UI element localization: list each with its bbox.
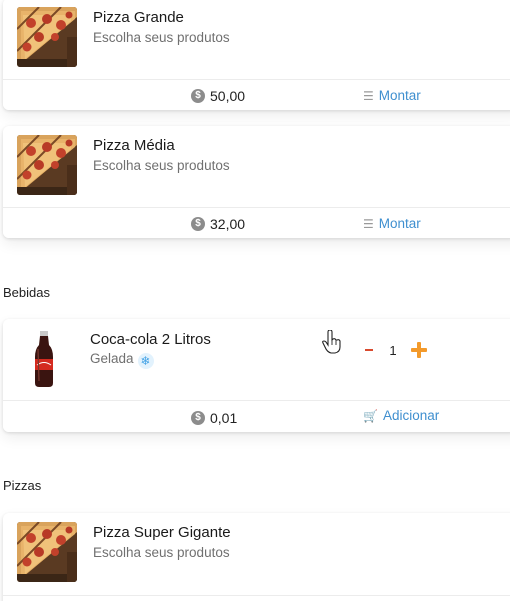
- product-subtitle: Escolha seus produtos: [93, 158, 230, 173]
- product-title: Pizza Grande: [93, 9, 184, 26]
- decrease-quantity-button[interactable]: [362, 343, 376, 357]
- price-value: 32,00: [210, 216, 246, 232]
- product-price: $ 50,00: [191, 88, 245, 104]
- coin-icon: $: [191, 89, 205, 103]
- montar-label: Montar: [378, 216, 421, 231]
- product-price: $ 0,01: [191, 410, 237, 426]
- section-title-bebidas: Bebidas: [3, 285, 50, 300]
- pizza-image: [17, 135, 77, 195]
- product-card-pizza-media[interactable]: Pizza Média Escolha seus produtos $ 32,0…: [3, 126, 510, 238]
- pizza-image: [17, 522, 77, 582]
- product-subtitle-text: Gelada: [90, 351, 134, 366]
- adicionar-label: Adicionar: [382, 408, 440, 423]
- list-icon: ☰: [363, 216, 374, 231]
- product-price: $ 32,00: [191, 216, 245, 232]
- cart-icon: 🛒: [363, 408, 378, 423]
- coin-icon: $: [191, 217, 205, 231]
- increase-quantity-button[interactable]: [410, 341, 428, 359]
- snowflake-icon: ❄: [137, 353, 154, 369]
- product-subtitle: Escolha seus produtos: [93, 30, 230, 45]
- adicionar-button[interactable]: 🛒 Adicionar: [363, 408, 439, 423]
- product-subtitle: Gelada ❄: [90, 351, 154, 369]
- montar-label: Montar: [378, 88, 421, 103]
- hand-pointer-icon: [322, 329, 342, 359]
- product-card-pizza-grande[interactable]: Pizza Grande Escolha seus produtos $ 50,…: [3, 0, 510, 110]
- coin-icon: $: [191, 411, 205, 425]
- product-title: Pizza Média: [93, 137, 175, 154]
- product-card-pizza-super-gigante[interactable]: Pizza Super Gigante Escolha seus produto…: [3, 513, 510, 601]
- list-icon: ☰: [363, 88, 374, 103]
- product-title: Coca-cola 2 Litros: [90, 331, 211, 348]
- product-subtitle: Escolha seus produtos: [93, 545, 230, 560]
- montar-button[interactable]: ☰ Montar: [363, 88, 421, 103]
- quantity-value: 1: [389, 342, 397, 358]
- price-value: 50,00: [210, 88, 246, 104]
- section-title-pizzas: Pizzas: [3, 478, 42, 493]
- soda-bottle-image: [29, 329, 59, 389]
- quantity-stepper[interactable]: 1: [362, 341, 428, 359]
- product-card-coca-cola[interactable]: Coca-cola 2 Litros Gelada ❄ $ 0,01 🛒 Adic…: [3, 319, 510, 432]
- product-title: Pizza Super Gigante: [93, 524, 231, 541]
- montar-button[interactable]: ☰ Montar: [363, 216, 421, 231]
- price-value: 0,01: [210, 410, 238, 426]
- pizza-image: [17, 7, 77, 67]
